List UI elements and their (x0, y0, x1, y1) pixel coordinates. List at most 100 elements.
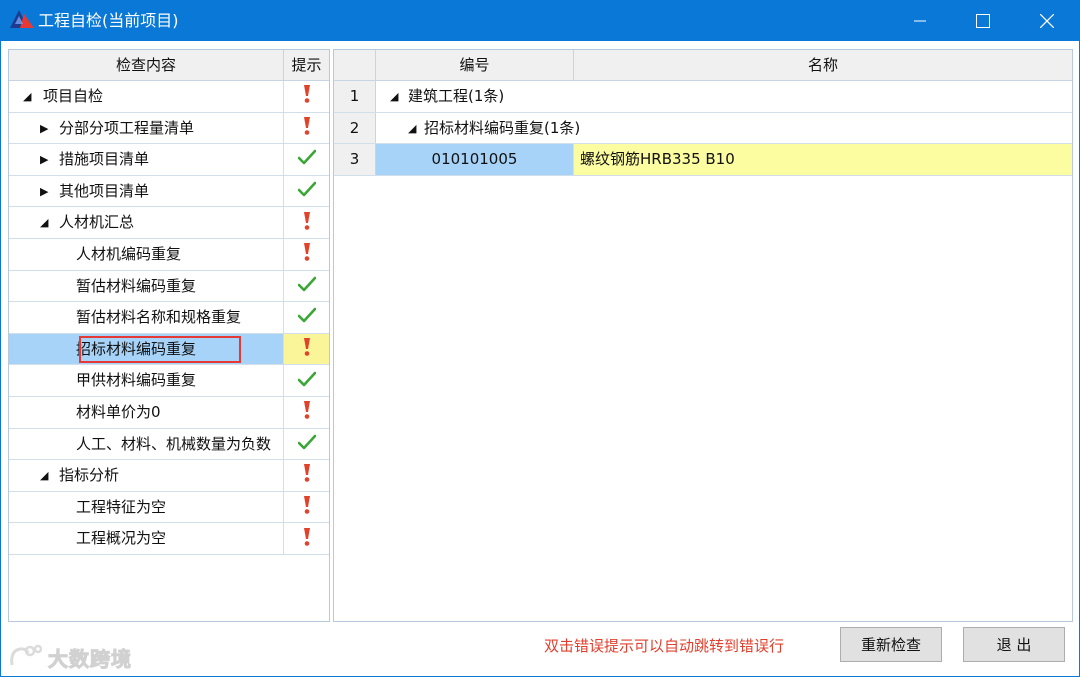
tree-row[interactable]: ◢ 人材机汇总 (9, 207, 329, 239)
row-number[interactable]: 2 (334, 112, 376, 144)
tree-row-name-cell[interactable]: ◢ 指标分析 (9, 460, 284, 491)
checkmark-icon (297, 276, 316, 296)
maximize-button[interactable] (951, 0, 1015, 41)
tree-row-hint-cell[interactable] (284, 365, 329, 396)
tree-row-name-cell[interactable]: 工程概况为空 (9, 523, 284, 554)
header-check-content[interactable]: 检查内容 (9, 50, 284, 81)
expand-toggle-icon[interactable]: ▶ (40, 186, 48, 197)
exclamation-warning-icon (302, 116, 312, 140)
tree-row-name-cell[interactable]: 人材机编码重复 (9, 239, 284, 270)
row-number[interactable]: 1 (334, 81, 376, 112)
row-number[interactable]: 3 (334, 144, 376, 175)
watermark-logo-icon (10, 644, 42, 666)
name-cell[interactable]: 螺纹钢筋HRB335 B10 (574, 144, 1072, 175)
tree-row-hint-cell[interactable] (284, 144, 329, 175)
tree-row[interactable]: 材料单价为0 (9, 397, 329, 429)
tree-row-hint-cell[interactable] (284, 271, 329, 302)
close-button[interactable] (1015, 0, 1079, 41)
exit-button[interactable]: 退 出 (963, 627, 1065, 662)
checkmark-icon (297, 371, 316, 391)
tree-row-label: 材料单价为0 (76, 403, 161, 421)
exclamation-warning-icon (302, 527, 312, 551)
header-hint[interactable]: 提示 (284, 50, 329, 81)
tree-row-name-cell[interactable]: 招标材料编码重复 (9, 333, 284, 365)
recheck-button[interactable]: 重新检查 (840, 627, 942, 662)
header-row-number (334, 50, 376, 81)
app-logo-icon (10, 10, 34, 28)
tree-row[interactable]: ▶ 措施项目清单 (9, 144, 329, 176)
expand-toggle-icon[interactable]: ▶ (40, 154, 48, 165)
tree-row[interactable]: 暂估材料名称和规格重复 (9, 302, 329, 334)
tree-row[interactable]: 工程特征为空 (9, 491, 329, 524)
tree-row-hint-cell[interactable] (284, 523, 329, 554)
collapse-toggle-icon[interactable]: ◢ (40, 217, 48, 228)
tree-row[interactable]: 暂估材料编码重复 (9, 270, 329, 303)
tree-row-label: 暂估材料名称和规格重复 (76, 308, 242, 327)
tree-row-name-cell[interactable]: 甲供材料编码重复 (9, 365, 284, 396)
collapse-toggle-icon[interactable]: ◢ (40, 470, 48, 481)
code-cell[interactable]: 010101005 (376, 144, 574, 175)
tree-row-hint-cell[interactable] (284, 207, 329, 238)
tree-row-name-cell[interactable]: ▶ 其他项目清单 (9, 175, 284, 207)
tree-row-hint-cell[interactable] (284, 429, 329, 460)
tree-row-label: 人工、材料、机械数量为负数 (76, 434, 272, 453)
tree-row-hint-cell[interactable] (284, 333, 329, 365)
tree-row-hint-cell[interactable] (284, 81, 329, 112)
tree-row-name-cell[interactable]: ◢ 人材机汇总 (9, 207, 284, 238)
exclamation-warning-icon (302, 463, 312, 487)
checkmark-icon (297, 181, 316, 201)
exclamation-warning-icon (302, 84, 312, 108)
tree-row[interactable]: 工程概况为空 (9, 523, 329, 555)
minimize-icon (914, 20, 926, 21)
tree-row-hint-cell[interactable] (284, 492, 329, 523)
tree-row[interactable]: 人材机编码重复 (9, 239, 329, 271)
tree-row[interactable]: ▶ 其他项目清单 (9, 175, 329, 208)
window-title: 工程自检(当前项目) (38, 11, 179, 30)
tree-row-name-cell[interactable]: ◢ 项目自检 (9, 81, 284, 112)
tree-row-label: 甲供材料编码重复 (76, 371, 197, 390)
maximize-icon (976, 13, 990, 28)
tree-row-name-cell[interactable]: 材料单价为0 (9, 397, 284, 428)
tree-row-label: 工程特征为空 (76, 497, 167, 516)
tree-row-name-cell[interactable]: 暂估材料编码重复 (9, 270, 284, 302)
minimize-button[interactable] (888, 0, 952, 41)
grid-row[interactable]: 2 ◢ 招标材料编码重复(1条) (334, 112, 1072, 145)
collapse-toggle-icon[interactable]: ◢ (23, 91, 31, 102)
tree-row-hint-cell[interactable] (284, 397, 329, 428)
tree-row[interactable]: ▶ 分部分项工程量清单 (9, 112, 329, 145)
collapse-toggle-icon[interactable]: ◢ (408, 123, 416, 134)
tree-row-hint-cell[interactable] (284, 460, 329, 491)
header-name[interactable]: 名称 (574, 50, 1072, 81)
watermark-text: 大数跨境 (48, 646, 132, 671)
grid-row[interactable]: 1 ◢ 建筑工程(1条) (334, 81, 1072, 113)
tree-row-hint-cell[interactable] (284, 176, 329, 207)
tree-row[interactable]: ◢ 指标分析 (9, 460, 329, 492)
tree-row-label: 人材机编码重复 (76, 245, 182, 263)
tree-row-name-cell[interactable]: 人工、材料、机械数量为负数 (9, 428, 284, 460)
tree-header: 检查内容 提示 (9, 50, 329, 81)
tree-row-label: 其他项目清单 (59, 181, 150, 200)
exclamation-warning-icon (302, 242, 312, 266)
expand-toggle-icon[interactable]: ▶ (40, 123, 48, 134)
tree-row[interactable]: ◢ 项目自检 (9, 81, 329, 113)
tree-row-name-cell[interactable]: ▶ 措施项目清单 (9, 144, 284, 175)
tree-row-name-cell[interactable]: 工程特征为空 (9, 491, 284, 523)
grid-row[interactable]: 3 010101005 螺纹钢筋HRB335 B10 (334, 144, 1072, 176)
header-code[interactable]: 编号 (376, 50, 574, 81)
tree-row[interactable]: 人工、材料、机械数量为负数 (9, 428, 329, 461)
group-label: 建筑工程(1条) (408, 87, 505, 105)
group-cell[interactable]: ◢ 招标材料编码重复(1条) (376, 113, 1072, 144)
exclamation-warning-icon (302, 495, 312, 519)
check-items-tree[interactable]: 检查内容 提示 ◢ 项目自检 ▶ 分部分项工程量清单 ▶ 措施项目清单 ▶ 其他项目清单 ◢ 人材… (8, 49, 330, 622)
tree-row-name-cell[interactable]: 暂估材料名称和规格重复 (9, 302, 284, 333)
tree-row[interactable]: 招标材料编码重复 (9, 333, 329, 366)
tree-row[interactable]: 甲供材料编码重复 (9, 365, 329, 397)
tree-row-hint-cell[interactable] (284, 239, 329, 270)
close-icon (1040, 13, 1054, 28)
result-grid[interactable]: 编号 名称 1 ◢ 建筑工程(1条) 2 ◢ 招标材料编码重复(1条) 3 010101005… (333, 49, 1073, 622)
collapse-toggle-icon[interactable]: ◢ (390, 91, 398, 102)
tree-row-hint-cell[interactable] (284, 113, 329, 144)
tree-row-hint-cell[interactable] (284, 302, 329, 333)
tree-row-name-cell[interactable]: ▶ 分部分项工程量清单 (9, 112, 284, 144)
group-cell[interactable]: ◢ 建筑工程(1条) (376, 81, 1072, 112)
